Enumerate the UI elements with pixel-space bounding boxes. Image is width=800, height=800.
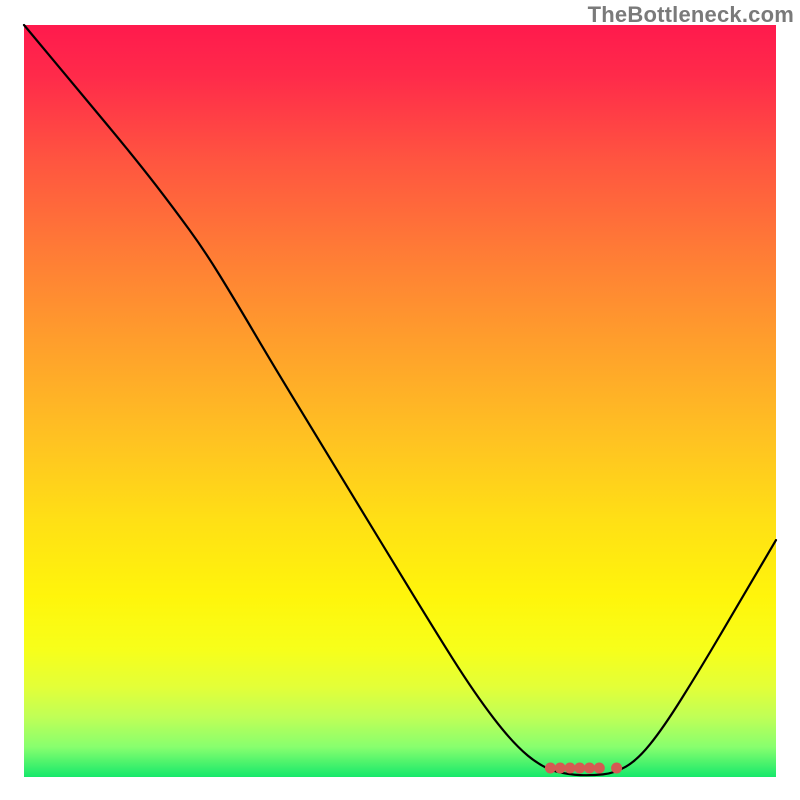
marker-point [594,763,605,774]
chart-container: { "watermark": "TheBottleneck.com", "plo… [0,0,800,800]
marker-point [584,763,595,774]
heatmap-background [24,25,776,777]
marker-point [565,763,576,774]
marker-point [574,763,585,774]
marker-point [611,763,622,774]
marker-point [555,763,566,774]
marker-point [545,763,556,774]
chart-svg [0,0,800,800]
